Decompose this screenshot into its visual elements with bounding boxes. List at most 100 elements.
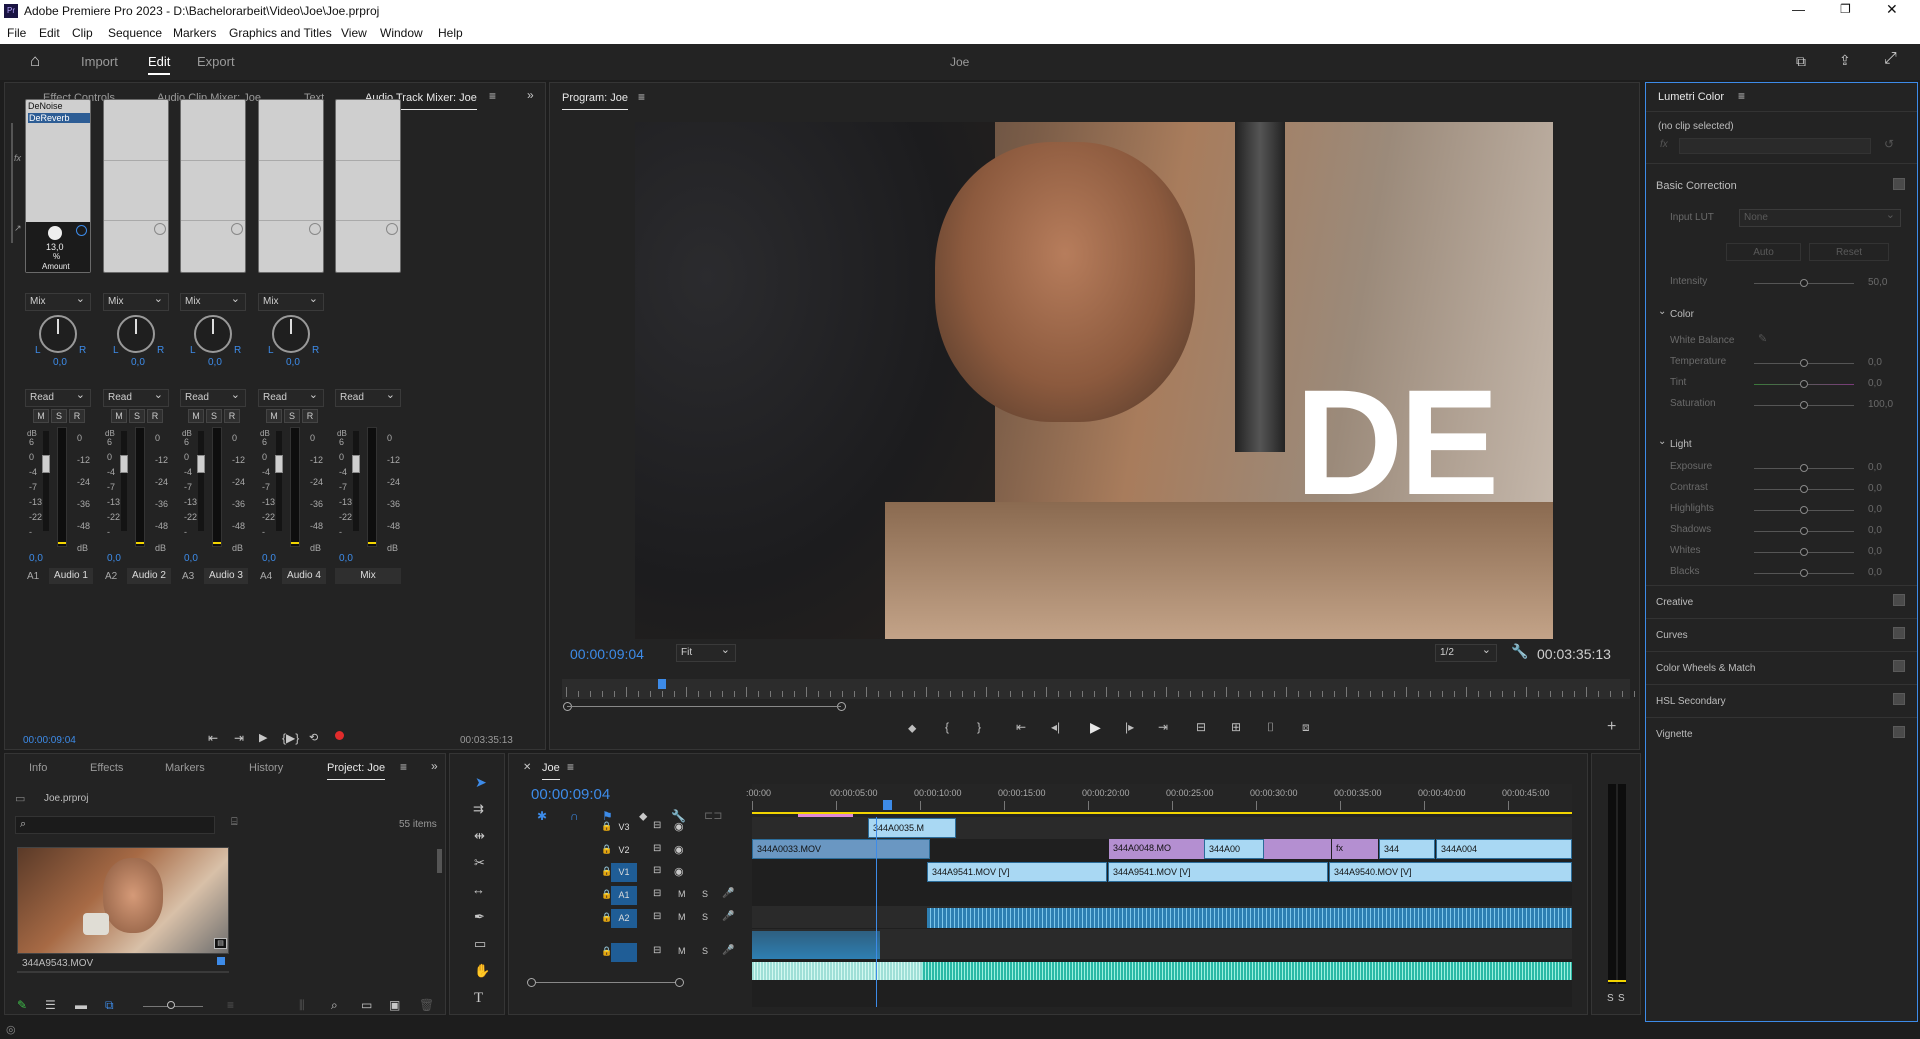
track-name-5[interactable]: Mix <box>335 568 401 584</box>
solo-right-button[interactable]: S <box>1618 993 1625 1004</box>
send-mix-dropdown-1[interactable]: Mix <box>25 292 91 311</box>
voice-over-icon[interactable]: 🎤 <box>722 911 734 922</box>
hand-tool-icon[interactable]: ✋ <box>474 963 490 979</box>
clip-thumbnail[interactable]: ▤ <box>17 847 229 954</box>
intensity-slider[interactable] <box>1754 279 1854 287</box>
menu-clip[interactable]: Clip <box>72 26 93 40</box>
timeline-zoom-right[interactable] <box>675 978 684 987</box>
bypass-icon[interactable] <box>231 223 243 235</box>
light-row-value[interactable]: 0,0 <box>1868 483 1882 494</box>
send-mix-dropdown-3[interactable]: Mix <box>180 292 246 311</box>
color-row-slider[interactable] <box>1754 401 1854 409</box>
track-name-1[interactable]: Audio 1 <box>49 568 93 584</box>
sync-lock-icon[interactable]: ⊟ <box>653 843 661 854</box>
v2-clip-4[interactable]: fx <box>1332 839 1378 859</box>
track-target-3[interactable]: V1 <box>611 863 637 882</box>
effects-rack-5[interactable] <box>335 99 401 273</box>
tab-project[interactable]: Project: Joe <box>327 762 386 780</box>
close-sequence-icon[interactable]: ✕ <box>523 762 531 773</box>
color-row-slider[interactable] <box>1754 359 1854 367</box>
mark-in-icon[interactable]: { <box>945 720 949 734</box>
add-marker-icon[interactable]: ⬥ <box>908 721 916 736</box>
amount-value[interactable]: 13,0 <box>46 242 64 252</box>
nest-icon[interactable]: ✱ <box>537 809 547 823</box>
input-lut-dropdown[interactable]: None <box>1739 208 1901 227</box>
timeline-sequence-tab[interactable]: Joe <box>542 762 560 780</box>
mute-button-1[interactable]: M <box>33 409 49 423</box>
light-row-slider[interactable] <box>1754 485 1854 493</box>
minimize-icon[interactable]: — <box>1792 2 1805 17</box>
menu-help[interactable]: Help <box>438 26 463 40</box>
lumetri-section-1[interactable]: Creative <box>1656 597 1693 608</box>
mute-button-2[interactable]: M <box>111 409 127 423</box>
lumetri-section-checkbox-3[interactable] <box>1893 660 1905 672</box>
button-editor-icon[interactable]: + <box>1607 718 1616 736</box>
color-section-header[interactable]: Color <box>1670 309 1694 320</box>
light-row-slider[interactable] <box>1754 569 1854 577</box>
go-to-in-icon[interactable]: ⇤ <box>208 731 218 745</box>
effects-rack-2[interactable] <box>103 99 169 273</box>
sync-lock-icon[interactable]: ⊟ <box>653 911 661 922</box>
lumetri-reset-icon[interactable]: ↺ <box>1884 137 1894 151</box>
solo-button-1[interactable]: S <box>51 409 67 423</box>
icon-view-icon[interactable]: ▬ <box>75 998 87 1012</box>
solo-button-4[interactable]: S <box>284 409 300 423</box>
light-row-value[interactable]: 0,0 <box>1868 504 1882 515</box>
mute-track-button[interactable]: M <box>678 946 686 956</box>
pan-knob-1[interactable] <box>39 315 77 353</box>
voice-over-icon[interactable]: 🎤 <box>722 945 734 956</box>
effect-param-knob[interactable] <box>48 226 62 240</box>
a1-audio-clip[interactable] <box>927 908 1572 928</box>
track-name-3[interactable]: Audio 3 <box>204 568 248 584</box>
record-button-2[interactable]: R <box>147 409 163 423</box>
light-row-slider[interactable] <box>1754 506 1854 514</box>
auto-button[interactable]: Auto <box>1726 243 1801 261</box>
record-icon[interactable] <box>335 731 344 740</box>
menu-file[interactable]: File <box>7 26 26 40</box>
bypass-icon[interactable] <box>386 223 398 235</box>
color-row-slider[interactable] <box>1754 380 1854 388</box>
extract-icon[interactable]: ⊞ <box>1231 720 1241 734</box>
menu-sequence[interactable]: Sequence <box>108 26 162 40</box>
more-panels-icon[interactable]: » <box>527 88 534 102</box>
go-to-out-icon[interactable]: ⇥ <box>234 731 244 745</box>
bypass-icon[interactable] <box>154 223 166 235</box>
project-search-input[interactable]: ⌕ <box>15 816 215 834</box>
pan-knob-2[interactable] <box>117 315 155 353</box>
close-window-icon[interactable]: ✕ <box>1886 1 1898 18</box>
mute-button-3[interactable]: M <box>188 409 204 423</box>
automation-dropdown-5[interactable]: Read <box>335 388 401 407</box>
menu-window[interactable]: Window <box>380 26 423 40</box>
color-row-value[interactable]: 0,0 <box>1868 357 1882 368</box>
v3-clip[interactable]: 344A0035.M <box>868 818 956 838</box>
a2-audio-clip[interactable] <box>752 931 880 959</box>
sync-lock-icon[interactable]: ⊟ <box>653 865 661 876</box>
light-row-value[interactable]: 0,0 <box>1868 567 1882 578</box>
list-view-icon[interactable]: ☰ <box>45 998 56 1012</box>
record-button-1[interactable]: R <box>69 409 85 423</box>
basic-correction-checkbox[interactable] <box>1893 178 1905 190</box>
program-menu-icon[interactable]: ≡ <box>638 90 645 104</box>
v1-clip-2[interactable]: 344A9541.MOV [V] <box>1108 862 1328 882</box>
automate-icon[interactable]: ⫼ <box>299 998 305 1013</box>
program-playhead[interactable] <box>658 679 667 689</box>
workspaces-icon[interactable]: ⧉ <box>1796 53 1806 70</box>
record-button-4[interactable]: R <box>302 409 318 423</box>
mute-button-4[interactable]: M <box>266 409 282 423</box>
sends-icon[interactable]: ↗ <box>14 223 22 234</box>
comparison-view-icon[interactable]: ⧈ <box>1302 720 1310 735</box>
track-name-4[interactable]: Audio 4 <box>282 568 326 584</box>
track-target-2[interactable]: V2 <box>611 841 637 860</box>
v1-clip-3[interactable]: 344A9540.MOV [V] <box>1329 862 1572 882</box>
v1-clip-1[interactable]: 344A9541.MOV [V] <box>927 862 1107 882</box>
sort-icon[interactable]: ≡ <box>227 998 234 1012</box>
mute-track-button[interactable]: M <box>678 889 686 899</box>
effects-rack-3[interactable] <box>180 99 246 273</box>
pan-value-2[interactable]: 0,0 <box>131 357 145 368</box>
menu-markers[interactable]: Markers <box>173 26 216 40</box>
mute-track-button[interactable]: M <box>678 912 686 922</box>
menu-graphics[interactable]: Graphics and Titles <box>229 26 332 40</box>
pan-value-4[interactable]: 0,0 <box>286 357 300 368</box>
fullscreen-icon[interactable]: ⤢ <box>1884 50 1897 68</box>
color-collapse-icon[interactable]: ⌄ <box>1658 306 1666 317</box>
